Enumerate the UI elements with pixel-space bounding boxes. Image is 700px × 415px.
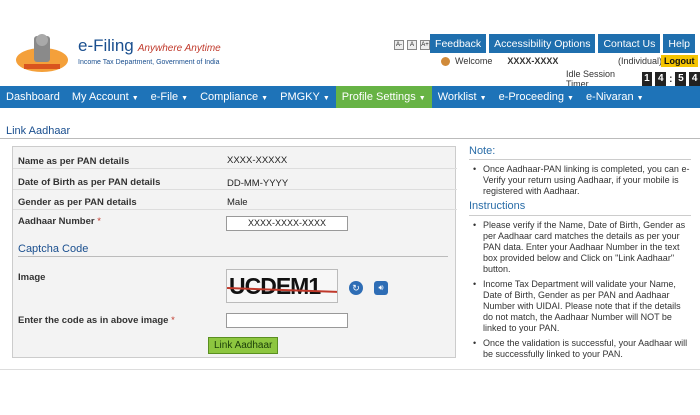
title-divider (0, 138, 700, 139)
chevron-down-icon: ▼ (479, 95, 487, 102)
contact-us-link[interactable]: Contact Us (598, 34, 661, 53)
nav-item-e-file[interactable]: e-File ▼ (145, 86, 194, 108)
captcha-divider (18, 256, 448, 257)
gender-label: Gender as per PAN details (18, 197, 137, 208)
page-title: Link Aadhaar (6, 125, 71, 137)
site-header: e-Filing Anywhere Anytime Income Tax Depa… (0, 0, 700, 89)
instruction-item: Income Tax Department will validate your… (471, 279, 693, 334)
feedback-link[interactable]: Feedback (430, 34, 487, 53)
logout-button[interactable]: Logout (661, 55, 698, 67)
user-name: XXXX-XXXX (507, 56, 559, 66)
name-row: Name as per PAN details XXXX-XXXXX (13, 147, 457, 169)
chevron-down-icon: ▼ (567, 95, 574, 102)
nav-item-e-proceeding[interactable]: e-Proceeding ▼ (493, 86, 580, 108)
nav-item-label: Dashboard (6, 91, 60, 103)
required-mark-code: * (171, 315, 175, 326)
brand-title-text: e-Filing (78, 36, 134, 55)
note-heading: Note: (469, 145, 496, 157)
nav-item-compliance[interactable]: Compliance ▼ (194, 86, 274, 108)
captcha-image: UCDEM1 (226, 269, 338, 303)
font-increase-button[interactable]: A+ (420, 40, 430, 50)
brand-title: e-Filing Anywhere Anytime (78, 36, 221, 56)
timer-minute-tens: 1 (641, 72, 653, 86)
instructions-list: Please verify if the Name, Date of Birth… (471, 220, 693, 364)
welcome-label: Welcome (455, 56, 493, 66)
nav-item-label: PMGKY (280, 91, 320, 103)
nav-item-my-account[interactable]: My Account ▼ (66, 86, 145, 108)
required-mark: * (97, 216, 101, 227)
aadhaar-number-input[interactable]: XXXX-XXXX-XXXX (226, 216, 348, 231)
top-nav: Feedback Accessibility Options Contact U… (430, 34, 695, 53)
timer-separator: : (669, 73, 673, 85)
gender-row: Gender as per PAN details Male (13, 190, 457, 210)
nav-item-e-nivaran[interactable]: e-Nivaran ▼ (580, 86, 650, 108)
timer-minute-ones: 4 (655, 72, 667, 86)
help-link[interactable]: Help (663, 34, 695, 53)
chevron-down-icon: ▼ (131, 95, 139, 102)
accessibility-options-link[interactable]: Accessibility Options (489, 34, 596, 53)
timer-second-ones: 4 (689, 72, 700, 86)
dob-value: DD-MM-YYYY (227, 178, 289, 189)
name-value: XXXX-XXXXX (227, 155, 288, 166)
page-bottom-divider (0, 369, 700, 370)
nav-item-label: e-Proceeding (498, 91, 564, 103)
link-aadhaar-button[interactable]: Link Aadhaar (208, 337, 279, 354)
user-icon (441, 56, 450, 66)
instructions-divider (469, 215, 691, 216)
nav-item-dashboard[interactable]: Dashboard (0, 86, 66, 108)
brand[interactable]: e-Filing Anywhere Anytime Income Tax Depa… (78, 36, 221, 66)
chevron-down-icon: ▼ (636, 95, 644, 102)
aadhaar-label: Aadhaar Number * (18, 216, 101, 227)
welcome-area: Welcome XXXX-XXXX (441, 56, 558, 66)
government-emblem-icon (16, 34, 68, 72)
nav-item-label: Worklist (437, 91, 477, 103)
instruction-item: Once the validation is successful, your … (471, 338, 693, 360)
image-label: Image (18, 272, 46, 283)
link-aadhaar-form: Name as per PAN details XXXX-XXXXX Date … (12, 146, 457, 358)
note-list: Once Aadhaar-PAN linking is completed, y… (471, 164, 693, 201)
code-label: Enter the code as in above image * (18, 315, 175, 326)
code-label-text: Enter the code as in above image (18, 315, 169, 326)
instruction-item: Please verify if the Name, Date of Birth… (471, 220, 693, 275)
captcha-code-input[interactable] (226, 313, 348, 328)
gender-value: Male (227, 197, 248, 208)
audio-captcha-icon[interactable]: 🔊︎ (374, 281, 388, 295)
brand-tagline: Anywhere Anytime (137, 43, 221, 54)
name-label: Name as per PAN details (18, 156, 130, 167)
aadhaar-row: Aadhaar Number * XXXX-XXXX-XXXX (13, 210, 457, 238)
dob-label: Date of Birth as per PAN details (18, 177, 161, 188)
note-divider (469, 159, 691, 160)
nav-item-label: Profile Settings (341, 91, 416, 103)
nav-item-label: e-File (150, 91, 179, 103)
timer-second-tens: 5 (675, 72, 687, 86)
info-panel: Note: Once Aadhaar-PAN linking is comple… (463, 143, 695, 359)
nav-item-profile-settings[interactable]: Profile Settings ▼ (335, 86, 432, 108)
nav-item-label: My Account (71, 91, 129, 103)
captcha-text: UCDEM1 (229, 273, 321, 299)
captcha-heading: Captcha Code (18, 243, 89, 255)
main-nav: Dashboard My Account ▼ e-File ▼ Compliance ▼ PM… (0, 86, 700, 108)
chevron-down-icon: ▼ (418, 95, 426, 102)
chevron-down-icon: ▼ (322, 95, 330, 102)
nav-item-worklist[interactable]: Worklist ▼ (432, 86, 493, 108)
dob-row: Date of Birth as per PAN details DD-MM-Y… (13, 169, 457, 190)
nav-item-label: Compliance (200, 91, 259, 103)
font-normal-button[interactable]: A (407, 40, 417, 50)
chevron-down-icon: ▼ (181, 95, 189, 102)
nav-item-pmgky[interactable]: PMGKY ▼ (274, 86, 336, 108)
font-decrease-button[interactable]: A- (394, 40, 404, 50)
aadhaar-label-text: Aadhaar Number (18, 216, 95, 227)
chevron-down-icon: ▼ (261, 95, 269, 102)
note-item: Once Aadhaar-PAN linking is completed, y… (471, 164, 693, 197)
instructions-heading: Instructions (469, 200, 526, 212)
brand-subtitle: Income Tax Department, Government of Ind… (78, 59, 220, 66)
refresh-captcha-icon[interactable]: ↻ (349, 281, 363, 295)
user-type: (Individual) (618, 56, 663, 66)
nav-item-label: e-Nivaran (585, 91, 634, 103)
